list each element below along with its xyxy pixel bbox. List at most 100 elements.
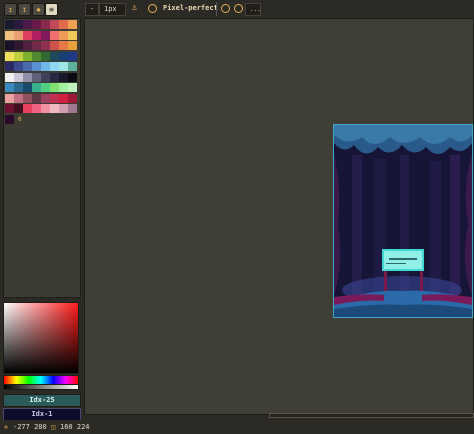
palette-swatch[interactable] [14, 20, 23, 29]
gear-icon[interactable]: ✹ [32, 3, 45, 16]
sprite-canvas[interactable] [333, 124, 473, 318]
palette-swatch[interactable] [23, 62, 32, 71]
palette-swatch[interactable] [68, 30, 77, 40]
palette-swatch[interactable] [5, 114, 14, 124]
palette-swatch[interactable] [14, 93, 23, 103]
palette-swatch[interactable] [68, 104, 77, 113]
symmetry-icon[interactable] [234, 4, 243, 13]
palette-swatch[interactable] [23, 20, 32, 29]
palette-swatch[interactable] [14, 41, 23, 50]
alpha-slider[interactable] [3, 384, 79, 390]
palette-swatch[interactable] [14, 62, 23, 71]
palette-swatch[interactable] [68, 93, 77, 103]
palette-swatch[interactable] [23, 51, 32, 61]
palette-swatch[interactable] [59, 93, 68, 103]
palette-swatch[interactable] [41, 51, 50, 61]
horizontal-scrollbar[interactable] [269, 413, 474, 418]
selection-size-icon: ◫ [51, 423, 56, 431]
palette-swatch[interactable] [68, 72, 77, 82]
palette-swatch[interactable] [32, 83, 41, 92]
palette-swatch[interactable] [59, 104, 68, 113]
palette-swatch[interactable] [68, 51, 77, 61]
palette-swatch[interactable] [41, 41, 50, 50]
crosshair-icon: ✛ [4, 423, 9, 431]
pixel-perfect-toggle-icon[interactable] [148, 4, 157, 13]
toolbar-divider [216, 2, 217, 16]
palette-swatch[interactable] [14, 104, 23, 113]
palette-swatch[interactable] [23, 41, 32, 50]
palette-swatch[interactable] [59, 30, 68, 40]
target-icon[interactable] [221, 4, 230, 13]
palette-swatch[interactable] [41, 83, 50, 92]
palette-swatch[interactable] [50, 93, 59, 103]
palette-swatch[interactable] [59, 20, 68, 29]
palette-swatch[interactable] [50, 72, 59, 82]
top-toolbar: ↥ ↧ ✹ ≡ - 1px ♙ Pixel-perfect ... [0, 0, 474, 20]
palette-swatch[interactable] [41, 72, 50, 82]
palette-swatch[interactable] [50, 30, 59, 40]
palette-swatch[interactable] [50, 104, 59, 113]
palette-swatch[interactable] [32, 51, 41, 61]
palette-index-label: 0 [18, 116, 22, 123]
primary-color-index[interactable]: Idx-25 [3, 394, 81, 407]
palette-swatch[interactable] [5, 62, 14, 71]
palette-swatch[interactable] [41, 104, 50, 113]
palette-swatch[interactable] [68, 20, 77, 29]
pixel-perfect-label[interactable]: Pixel-perfect [163, 4, 218, 12]
brush-size-input[interactable]: 1px [99, 3, 126, 16]
palette-swatch[interactable] [5, 41, 14, 50]
palette-swatch[interactable] [5, 104, 14, 113]
palette-swatch[interactable] [14, 30, 23, 40]
palette-swatch[interactable] [59, 62, 68, 71]
pixel-art-image [334, 125, 472, 317]
palette-swatch[interactable] [41, 62, 50, 71]
palette-swatch[interactable] [50, 83, 59, 92]
palette-swatch[interactable] [5, 83, 14, 92]
palette-swatch[interactable] [68, 62, 77, 71]
palette-swatch[interactable] [59, 72, 68, 82]
palette-swatch[interactable] [50, 62, 59, 71]
flask-icon[interactable]: ♙ [129, 3, 140, 14]
palette-swatch[interactable] [23, 104, 32, 113]
upload-icon[interactable]: ↥ [4, 3, 17, 16]
palette-swatch[interactable] [5, 20, 14, 29]
saturation-value-picker[interactable] [3, 302, 79, 374]
canvas-size: 160 224 [60, 423, 90, 431]
palette-swatch[interactable] [50, 20, 59, 29]
palette-swatch[interactable] [59, 41, 68, 50]
palette-swatch[interactable] [23, 93, 32, 103]
palette-swatch[interactable] [14, 83, 23, 92]
palette-swatch[interactable] [5, 93, 14, 103]
brush-shape-dropdown[interactable]: - [85, 3, 99, 16]
palette-swatch[interactable] [41, 93, 50, 103]
palette-swatch[interactable] [5, 30, 14, 40]
palette-swatch[interactable] [32, 30, 41, 40]
palette-panel: 0 [3, 18, 81, 298]
palette-swatch[interactable] [32, 41, 41, 50]
palette-swatch[interactable] [14, 51, 23, 61]
palette-swatch[interactable] [32, 104, 41, 113]
palette-swatch[interactable] [23, 30, 32, 40]
palette-swatch[interactable] [32, 72, 41, 82]
palette-swatch[interactable] [41, 20, 50, 29]
palette-swatch[interactable] [5, 72, 14, 82]
palette-swatch[interactable] [23, 83, 32, 92]
more-options-button[interactable]: ... [245, 3, 261, 16]
menu-icon[interactable]: ≡ [45, 3, 58, 16]
palette-swatch[interactable] [23, 72, 32, 82]
palette-swatch[interactable] [32, 20, 41, 29]
palette-swatch[interactable] [41, 30, 50, 40]
palette-swatch[interactable] [59, 83, 68, 92]
palette-swatch[interactable] [32, 93, 41, 103]
status-bar: ✛ -277 280 ◫ 160 224 [0, 420, 474, 434]
palette-swatch[interactable] [68, 83, 77, 92]
palette-swatch[interactable] [68, 41, 77, 50]
palette-swatch[interactable] [50, 51, 59, 61]
cursor-position: -277 280 [13, 423, 47, 431]
palette-swatch[interactable] [50, 41, 59, 50]
palette-swatch[interactable] [32, 62, 41, 71]
palette-swatch[interactable] [59, 51, 68, 61]
palette-swatch[interactable] [14, 72, 23, 82]
palette-swatch[interactable] [5, 51, 14, 61]
download-icon[interactable]: ↧ [18, 3, 31, 16]
